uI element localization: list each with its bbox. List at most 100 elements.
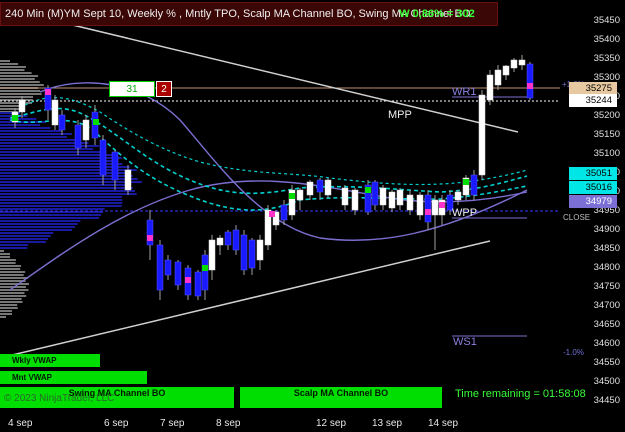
scalp-ma-mid <box>19 97 528 186</box>
price-tick: 35200 <box>593 110 620 121</box>
profile-bar <box>0 232 54 234</box>
candle-body <box>232 229 240 251</box>
candle-body <box>478 94 486 176</box>
profile-bar <box>0 69 25 71</box>
price-tag-pivot: 34979 <box>569 195 617 208</box>
profile-bar <box>0 166 130 168</box>
profile-bar <box>0 196 122 198</box>
candle-body <box>518 59 526 66</box>
weekly-return-label: W 0,86% = 302 <box>399 8 475 20</box>
profile-bar <box>0 244 29 246</box>
volume-profile <box>0 60 142 318</box>
breakout-marker <box>439 202 445 208</box>
candle-body <box>194 271 202 297</box>
upper-trend-line <box>59 21 519 133</box>
candle-body <box>201 254 209 291</box>
profile-bar <box>0 202 123 204</box>
scalp-ma-channel-strip: Scalp MA Channel BO <box>240 387 442 408</box>
candle-body <box>316 179 324 193</box>
profile-bar <box>0 289 29 291</box>
signal-alert-box: 2 <box>156 81 172 97</box>
candle-body <box>224 231 232 246</box>
price-tick: 35350 <box>593 53 620 64</box>
profile-bar <box>0 223 78 225</box>
profile-bar <box>0 250 4 252</box>
candle-body <box>431 199 439 216</box>
price-axis[interactable]: 35450 35400 35350 35300 35250 35200 3515… <box>563 0 625 432</box>
price-tick: 34500 <box>593 376 620 387</box>
candle-body <box>240 234 248 271</box>
breakout-marker <box>425 209 431 215</box>
profile-bar <box>0 208 105 210</box>
candle-body <box>502 65 510 76</box>
profile-bar <box>0 301 23 303</box>
profile-bar <box>0 193 137 195</box>
candle-body <box>51 99 59 126</box>
profile-bar <box>0 145 99 147</box>
price-tick: 34450 <box>593 395 620 406</box>
profile-bar <box>0 184 130 186</box>
price-tag-ma-upper: 35051 <box>569 167 617 180</box>
price-chart[interactable] <box>0 0 625 432</box>
profile-bar <box>0 136 67 138</box>
chart-title-bar: 240 Min (M)YM Sept 10, Weekly % , Mntly … <box>0 2 498 26</box>
price-tick: 34750 <box>593 281 620 292</box>
price-tick: 34600 <box>593 338 620 349</box>
price-tick: 34650 <box>593 319 620 330</box>
candle-body <box>424 194 432 223</box>
copyright-text: © 2023 NinjaTrader, LLC <box>4 393 115 404</box>
profile-bar <box>0 60 10 62</box>
candle-body <box>18 99 26 113</box>
breakout-marker <box>527 83 533 89</box>
profile-bar <box>0 205 122 207</box>
profile-bar <box>0 154 113 156</box>
ws1-label: WS1 <box>453 336 477 348</box>
profile-bar <box>0 238 49 240</box>
profile-bar <box>0 295 27 297</box>
price-tick: 34550 <box>593 357 620 368</box>
profile-bar <box>0 268 21 270</box>
candle-body <box>156 244 164 291</box>
date-label: 8 sep <box>216 418 241 429</box>
candle-body <box>406 194 414 211</box>
wr1-label: WR1 <box>452 86 477 98</box>
profile-bar <box>0 63 19 65</box>
profile-bar <box>0 133 73 135</box>
candle-body <box>486 74 494 101</box>
breakout-marker <box>93 119 99 125</box>
candle-body <box>396 189 404 206</box>
candle-body <box>470 174 478 196</box>
breakout-marker <box>463 179 469 185</box>
price-tick: 34900 <box>593 224 620 235</box>
candle-body <box>454 191 462 201</box>
price-tick: 34850 <box>593 243 620 254</box>
profile-bar <box>0 265 22 267</box>
wpp-label: WPP <box>452 207 478 219</box>
candle-body <box>256 239 264 261</box>
candle-body <box>324 179 332 196</box>
profile-bar <box>0 108 20 110</box>
signal-count-box: 31 <box>109 81 155 97</box>
profile-bar <box>0 130 62 132</box>
profile-bar <box>0 220 81 222</box>
candle-body <box>341 187 349 206</box>
candle-body <box>379 187 387 206</box>
profile-bar <box>0 298 22 300</box>
price-tick: 34700 <box>593 300 620 311</box>
breakout-marker <box>185 277 191 283</box>
candle-body <box>111 151 119 181</box>
candle-body <box>248 239 256 269</box>
profile-bar <box>0 151 104 153</box>
candle-body <box>351 189 359 211</box>
candle-body <box>371 181 379 206</box>
candle-body <box>388 191 396 209</box>
date-label: 6 sep <box>104 418 129 429</box>
breakout-marker <box>289 193 295 199</box>
date-label: 7 sep <box>160 418 185 429</box>
profile-bar <box>0 235 51 237</box>
profile-bar <box>0 304 18 306</box>
profile-bar <box>0 199 123 201</box>
candle-body <box>82 119 90 141</box>
candle-body <box>216 237 224 246</box>
candle-body <box>146 219 154 246</box>
